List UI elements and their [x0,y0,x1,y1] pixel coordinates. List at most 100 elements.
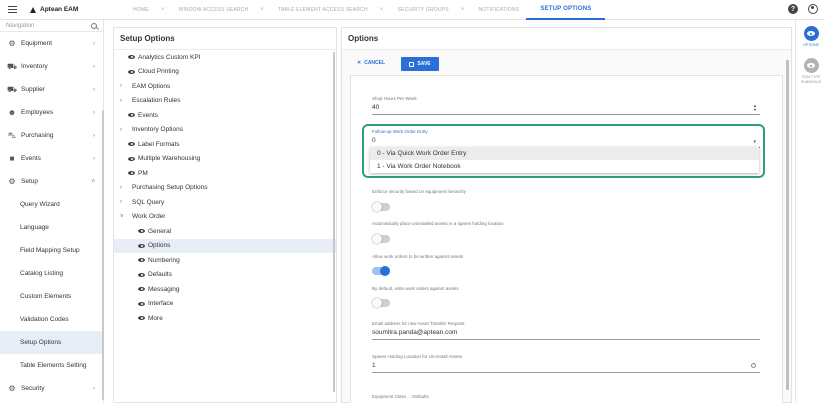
tree-item-inventory-options[interactable]: › Inventory Options [114,123,336,138]
tree-item-cloud-printing[interactable]: Cloud Printing [114,65,336,80]
eye-icon [138,243,145,248]
navigation-search[interactable]: Navigation [0,20,103,32]
chevron-right-icon[interactable]: › [120,83,128,89]
close-tab-icon[interactable]: × [461,7,465,13]
tree-item-interface[interactable]: Interface [114,297,336,312]
nav-sub-custom-elements[interactable]: Custom Elements [0,285,103,308]
nav-sub-language[interactable]: Language [0,216,103,239]
tree-item-analytics-custom-kpi[interactable]: Analytics Custom KPI [114,50,336,65]
user-account-icon[interactable] [808,4,818,14]
tree-item-label: Options [148,242,171,250]
nav-item-purchasing[interactable]: ⛍ Purchasing › [0,124,103,147]
tree-item-options[interactable]: Options [114,238,336,253]
tree-item-label: Messaging [148,285,180,293]
chevron-right-icon: › [93,385,95,392]
nav-item-setup[interactable]: ⚙ Setup ˄ [0,170,103,193]
tree-item-purchasing-setup-options[interactable]: › Purchasing Setup Options [114,181,336,196]
chevron-right-icon[interactable]: › [120,127,128,133]
enforce-security-toggle[interactable] [372,202,390,212]
tree-item-pm[interactable]: PM [114,166,336,181]
dropdown-option-quick-work-order-entry[interactable]: 0 - Via Quick Work Order Entry [370,147,759,160]
close-tab-icon[interactable]: × [161,7,165,13]
options-scrollbar[interactable] [786,60,789,390]
chevron-right-icon[interactable]: › [120,185,128,191]
tree-item-numbering[interactable]: Numbering [114,253,336,268]
eye-icon [128,55,135,60]
tree-item-escalation-rules[interactable]: › Escalation Rules [114,94,336,109]
setup-options-title: Setup Options [114,28,336,50]
follow-up-work-order-field[interactable]: Follow-up Work Order Entry 0 ▾ [372,129,760,148]
eye-icon [128,171,135,176]
hamburger-menu-icon[interactable] [0,0,24,20]
tab-security-groups[interactable]: SECURITY GROUPS × [391,0,472,20]
tree-item-multiple-warehousing[interactable]: Multiple Warehousing [114,152,336,167]
tree-item-events[interactable]: Events [114,108,336,123]
chevron-right-icon[interactable]: › [120,98,128,104]
tab-home[interactable]: HOME × [126,0,172,20]
tree-item-label-formats[interactable]: Label Formats [114,137,336,152]
nav-sub-setup-options[interactable]: Setup Options [0,331,103,354]
tab-table-element-access-search[interactable]: TABLE ELEMENT ACCESS SEARCH × [271,0,390,20]
tab-label: WINDOW ACCESS SEARCH [178,6,249,13]
chevron-right-icon: › [93,155,95,162]
cart-icon: ⛍ [7,130,17,140]
auto-place-toggle[interactable] [372,234,390,244]
tree-item-general[interactable]: General [114,224,336,239]
follow-up-value: 0 [372,137,376,144]
spares-holding-field[interactable]: Spares Holding Location for Un-install A… [372,354,760,373]
cancel-button[interactable]: ✕ CANCEL [357,60,385,66]
eye-icon [138,301,145,306]
nav-item-employees[interactable]: ☻ Employees › [0,101,103,124]
dropdown-arrow-icon[interactable]: ▾ [753,139,756,145]
search-icon[interactable] [91,22,97,29]
tree-item-defaults[interactable]: Defaults [114,268,336,283]
shop-hours-field[interactable]: Shop Hours Per Week 40 ▲ ▼ [372,96,760,115]
eye-icon [128,69,135,74]
nav-item-equipment[interactable]: ⚙ Equipment › [0,32,103,55]
email-field[interactable]: Email address for new Asset Transfer Req… [372,321,760,340]
options-rail-button[interactable]: OPTIONS [799,26,823,48]
tree-item-sql-query[interactable]: › SQL Query [114,195,336,210]
nav-item-supplier[interactable]: ⛟ Supplier › [0,78,103,101]
follow-up-label: Follow-up Work Order Entry [372,129,428,134]
tab-setup-options[interactable]: SETUP OPTIONS [526,0,606,20]
email-input[interactable]: soumitra.panda@aptean.com [372,329,760,340]
allow-wo-toggle[interactable] [372,266,390,276]
tree-item-more[interactable]: More [114,311,336,326]
nav-sub-field-mapping-setup[interactable]: Field Mapping Setup [0,239,103,262]
item-type-submenus-label: ITEM TYPE SUBMENUS [801,75,821,84]
dropdown-option-work-order-notebook[interactable]: 1 - Via Work Order Notebook [370,160,759,173]
follow-up-dropdown-list: 0 - Via Quick Work Order Entry 1 - Via W… [370,147,759,173]
nav-sub-table-elements-setting[interactable]: Table Elements Setting [0,354,103,377]
shop-hours-input[interactable]: 40 ▲ ▼ [372,104,760,115]
nav-item-events[interactable]: ■ Events › [0,147,103,170]
search-icon[interactable] [751,363,756,368]
chevron-right-icon[interactable]: › [120,199,128,205]
number-stepper-icon[interactable]: ▲ ▼ [753,104,757,112]
nav-sub-validation-codes[interactable]: Validation Codes [0,308,103,331]
navigation-search-placeholder: Navigation [6,22,35,29]
tree-item-work-order[interactable]: ˅ Work Order [114,210,336,225]
help-icon[interactable]: ? [788,4,798,14]
setup-panel-scrollbar[interactable] [333,52,335,392]
nav-sub-query-wizard[interactable]: Query Wizard [0,193,103,216]
nav-item-inventory[interactable]: ⛟ Inventory › [0,55,103,78]
close-tab-icon[interactable]: × [380,7,384,13]
tree-item-messaging[interactable]: Messaging [114,282,336,297]
nav-scrollbar[interactable] [102,110,104,400]
save-button[interactable]: SAVE [401,57,439,71]
tab-notifications[interactable]: NOTIFICATIONS [471,0,526,20]
tab-bar: HOME × WINDOW ACCESS SEARCH × TABLE ELEMEN… [126,0,606,20]
chevron-down-icon[interactable]: ˅ [120,214,128,220]
auto-place-field: Automatically place uninstalled assets i… [372,221,760,226]
spares-holding-input[interactable]: 1 [372,362,760,373]
close-icon: ✕ [357,60,362,66]
tab-window-access-search[interactable]: WINDOW ACCESS SEARCH × [172,0,272,20]
default-wo-toggle[interactable] [372,298,390,308]
nav-sub-catalog-listing[interactable]: Catalog Listing [0,262,103,285]
close-tab-icon[interactable]: × [260,7,264,13]
item-type-submenus-rail-button[interactable]: ITEM TYPE SUBMENUS [799,58,823,84]
tree-item-eam-options[interactable]: › EAM Options [114,79,336,94]
nav-item-security[interactable]: ⚙ Security › [0,377,103,400]
tree-item-label: Defaults [148,271,172,279]
